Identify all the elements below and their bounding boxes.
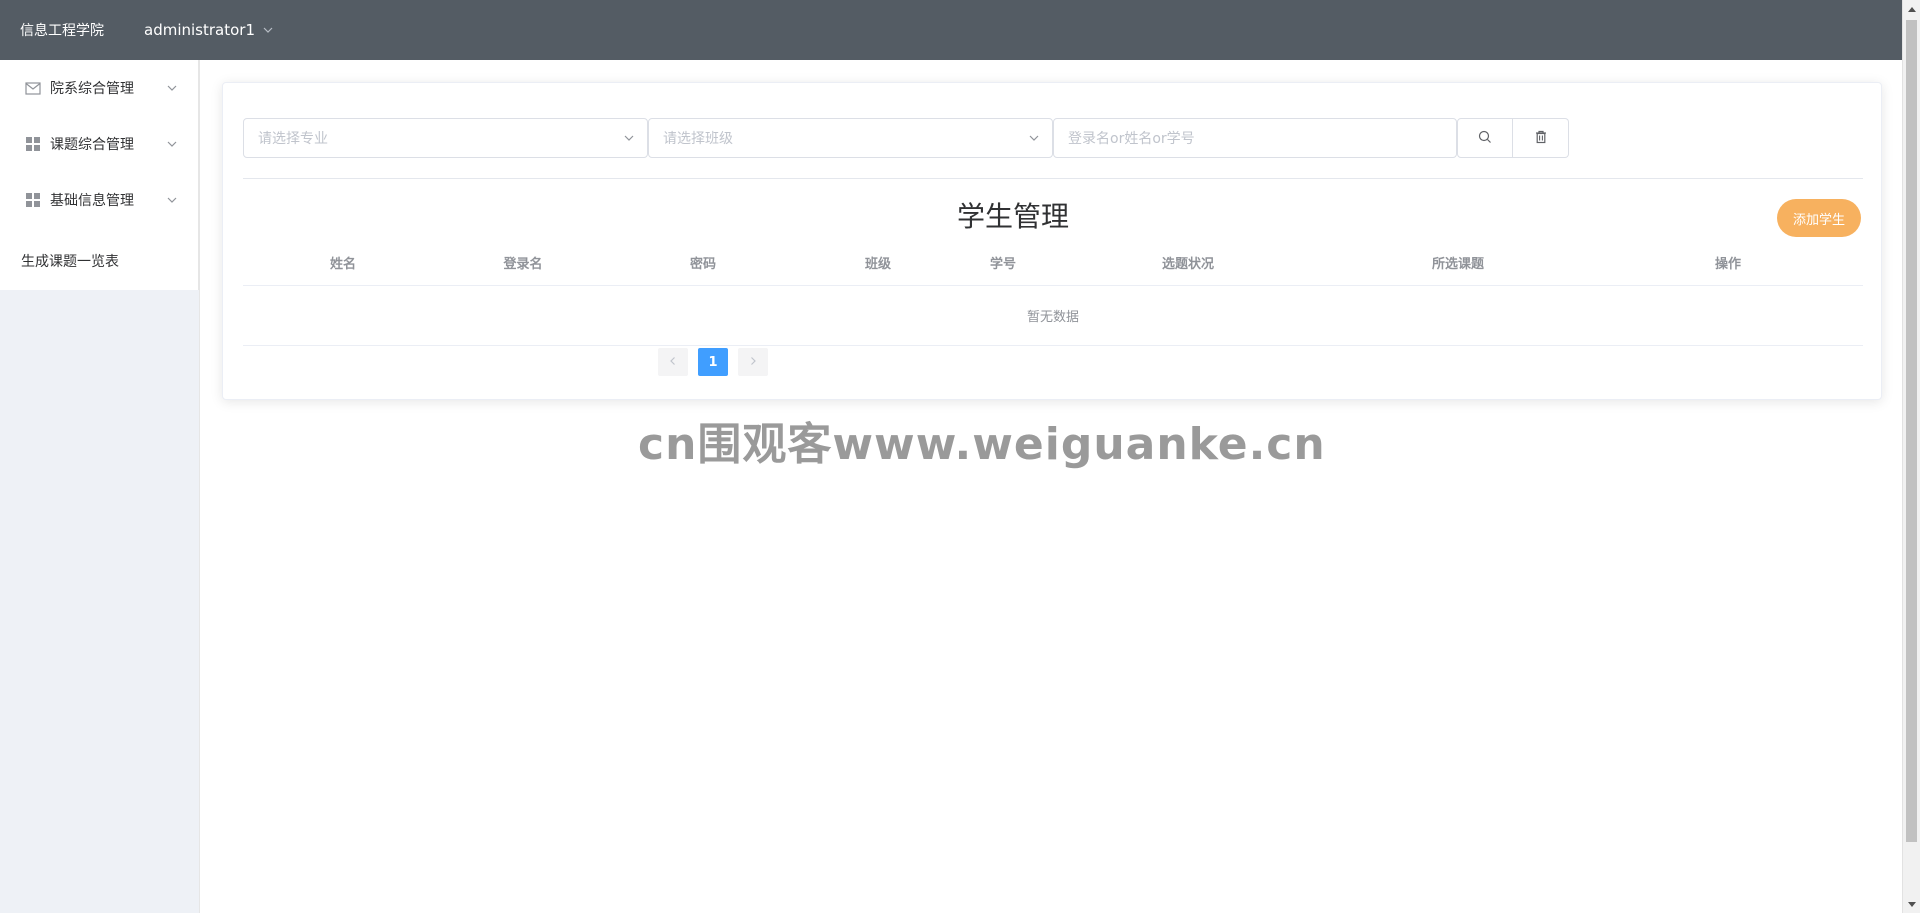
- chevron-down-icon: [166, 82, 178, 94]
- watermark-text: cn围观客www.weiguanke.cn: [638, 419, 1326, 470]
- section-divider: [243, 178, 1863, 179]
- scrollbar-thumb[interactable]: [1906, 20, 1917, 842]
- brand-title: 信息工程学院: [20, 23, 104, 39]
- search-input[interactable]: 登录名or姓名or学号: [1053, 118, 1457, 158]
- page-number[interactable]: 1: [698, 348, 728, 376]
- chevron-down-icon: [166, 194, 178, 206]
- class-select-placeholder: 请选择班级: [663, 131, 733, 147]
- trash-icon: [1534, 129, 1548, 148]
- user-name: administrator1: [144, 21, 255, 39]
- chevron-down-icon: [263, 25, 273, 35]
- column-header: 选题状况: [1161, 257, 1214, 272]
- class-select[interactable]: 请选择班级: [648, 118, 1053, 158]
- chevron-down-icon: [1028, 132, 1040, 144]
- search-icon: [1478, 129, 1492, 148]
- empty-state: 暂无数据: [243, 286, 1863, 346]
- student-table: 姓名 登录名 密码 班级 学号 选题状况 所选课题 操作 暂无数据: [243, 240, 1863, 346]
- sidebar-menu: 院系综合管理 课题综合管理 基础信息管理 生成课题一览表: [0, 60, 199, 290]
- sidebar-item-label: 课题综合管理: [50, 137, 134, 153]
- sidebar-item-label: 生成课题一览表: [21, 254, 119, 270]
- app-root: 信息工程学院 administrator1 院系综合管理 课题综合管理 基础信息…: [0, 0, 1920, 913]
- user-dropdown[interactable]: administrator1: [144, 21, 273, 39]
- column-header: 密码: [689, 257, 716, 272]
- chevron-down-icon: [623, 132, 635, 144]
- page-title: 学生管理: [956, 200, 1069, 233]
- column-header: 班级: [864, 257, 891, 272]
- filter-bar: 请选择专业 请选择班级 登录名or姓名or学号: [243, 118, 1569, 158]
- grid-icon: [24, 191, 42, 209]
- sidebar-item-label: 院系综合管理: [50, 81, 134, 97]
- sidebar-item-basic-info[interactable]: 基础信息管理: [0, 172, 198, 228]
- sidebar-item-department[interactable]: 院系综合管理: [0, 60, 198, 116]
- add-student-button[interactable]: 添加学生: [1776, 199, 1861, 237]
- column-header: 姓名: [329, 257, 356, 272]
- search-input-placeholder: 登录名or姓名or学号: [1068, 131, 1195, 147]
- top-header: 信息工程学院 administrator1: [0, 0, 1902, 60]
- sidebar-item-generate-list[interactable]: 生成课题一览表: [0, 232, 198, 290]
- table-header: 姓名 登录名 密码 班级 学号 选题状况 所选课题 操作: [243, 240, 1863, 286]
- scroll-down-arrow-icon[interactable]: [1903, 896, 1920, 913]
- clear-button[interactable]: [1513, 118, 1569, 158]
- pagination: 1: [658, 348, 768, 376]
- chevron-left-icon: [668, 355, 678, 370]
- major-select-placeholder: 请选择专业: [258, 131, 328, 147]
- sidebar-item-label: 基础信息管理: [50, 193, 134, 209]
- sidebar-item-topics[interactable]: 课题综合管理: [0, 116, 198, 172]
- student-card: 请选择专业 请选择班级 登录名or姓名or学号 学生管理 添加学生 姓名 登录名…: [222, 82, 1882, 400]
- scroll-up-arrow-icon[interactable]: [1903, 0, 1920, 17]
- grid-icon: [24, 135, 42, 153]
- prev-page-button[interactable]: [658, 348, 688, 376]
- vertical-scrollbar[interactable]: [1902, 0, 1920, 913]
- column-header: 学号: [989, 257, 1016, 272]
- sidebar: 院系综合管理 课题综合管理 基础信息管理 生成课题一览表: [0, 60, 200, 913]
- mail-icon: [24, 79, 42, 97]
- major-select[interactable]: 请选择专业: [243, 118, 648, 158]
- chevron-right-icon: [748, 355, 758, 370]
- main-content: 请选择专业 请选择班级 登录名or姓名or学号 学生管理 添加学生 姓名 登录名…: [200, 60, 1902, 913]
- column-header: 操作: [1714, 257, 1741, 272]
- column-header: 所选课题: [1431, 257, 1484, 272]
- search-button[interactable]: [1457, 118, 1513, 158]
- next-page-button[interactable]: [738, 348, 768, 376]
- chevron-down-icon: [166, 138, 178, 150]
- column-header: 登录名: [503, 257, 543, 272]
